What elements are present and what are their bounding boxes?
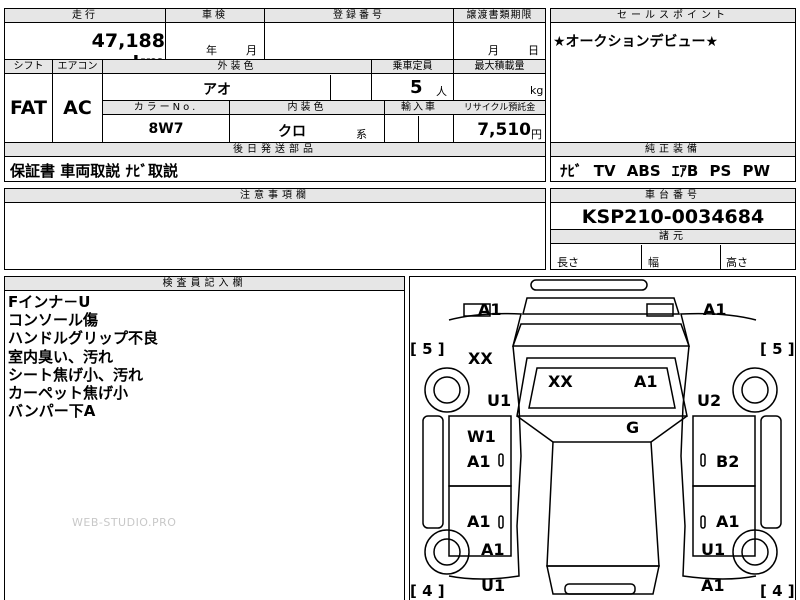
interior-color-header: 内装色 (287, 102, 327, 113)
exterior-color-value: アオ (203, 82, 231, 98)
exterior-color-header: 外装色 (217, 61, 257, 72)
import-header: 輸入車 (401, 102, 437, 113)
shaken-header: 車検 (202, 10, 228, 21)
inspector-line: シート焦げ小、汚れ (8, 365, 144, 384)
mark-fender-fl: XX (468, 349, 493, 368)
mark-door-rr: A1 (716, 512, 740, 531)
mark-fender-fr: U2 (697, 391, 722, 410)
inspector-line: バンパー下A (8, 402, 96, 421)
mark-door-rl: A1 (467, 512, 491, 531)
mark-door-fl: A1 (467, 452, 491, 471)
mark-qtr-rr: U1 (701, 540, 726, 559)
transfer-deadline-header: 譲渡書類期限 (466, 10, 533, 21)
shift-value: FAT (10, 97, 47, 119)
equipment-header: 純正装備 (551, 143, 795, 157)
mark-rear-r: A1 (701, 576, 725, 595)
watermark: WEB-STUDIO.PRO (72, 516, 177, 529)
inspector-header: 検査員記入欄 (5, 277, 404, 291)
capacity-unit: 人 (436, 85, 447, 98)
mark-windshield-left: XX (548, 372, 573, 391)
post-delivery-header: 後日発送部品 (5, 143, 545, 157)
mark-front-right: A1 (703, 300, 727, 319)
aircon-header: エアコン (57, 61, 98, 72)
inspector-line: カーペット焦げ小 (8, 384, 129, 403)
chassis-value: KSP210-0034684 (581, 206, 765, 228)
interior-color-suffix: 系 (356, 128, 367, 141)
mark-tire-rl: [ 4 ] (410, 582, 445, 600)
mark-roof: G (626, 418, 640, 437)
mark-tire-rr: [ 4 ] (760, 582, 795, 600)
dimensions-header: 諸元 (551, 230, 795, 244)
recycle-header: リサイクル預託金 (463, 103, 536, 113)
sales-point-header: セールスポイント (551, 9, 795, 23)
equipment-text: ﾅﾋﾞ TV ABS ｴｱB PS PW (560, 162, 771, 180)
capacity-header: 乗車定員 (392, 61, 433, 72)
width-label: 幅 (648, 256, 659, 269)
mark-fender-fl-lower: U1 (487, 391, 512, 410)
inspector-line: ハンドルグリップ不良 (8, 329, 159, 348)
registration-header: 登録番号 (333, 10, 385, 21)
color-no-header: カラーNo. (133, 102, 199, 113)
transfer-month-label: 月 (488, 44, 499, 57)
mark-door-fl-top: W1 (467, 427, 496, 446)
mark-tire-fl: [ 5 ] (410, 340, 445, 358)
max-load-unit: kg (530, 84, 544, 97)
notes-header: 注意事項欄 (5, 189, 545, 203)
capacity-value: 5 (410, 77, 423, 98)
length-label: 長さ (557, 256, 579, 269)
interior-color-value: クロ (278, 124, 306, 140)
mark-qtr-rl: A1 (481, 540, 505, 559)
inspector-line: コンソール傷 (8, 311, 99, 330)
color-no-value: 8W7 (148, 121, 184, 137)
mileage-header: 走行 (72, 10, 98, 21)
shaken-month-label: 月 (246, 44, 257, 57)
mileage-number: 47,188 (91, 30, 165, 52)
sales-point-box (550, 8, 796, 143)
max-load-header: 最大積載量 (474, 61, 525, 72)
recycle-unit: 円 (531, 128, 542, 141)
sales-point-text: ★オークションデビュー★ (553, 34, 719, 50)
transfer-day-label: 日 (528, 44, 539, 57)
inspector-line: 室内臭い、汚れ (8, 347, 114, 366)
mark-rear-l: U1 (481, 576, 506, 595)
mark-tire-fr: [ 5 ] (760, 340, 795, 358)
post-delivery-text: 保証書 車両取説 ﾅﾋﾞ取説 (10, 162, 178, 180)
shaken-year-label: 年 (206, 44, 217, 57)
recycle-value: 7,510 (477, 120, 531, 140)
chassis-header: 車台番号 (551, 189, 795, 203)
height-label: 高さ (726, 256, 748, 269)
inspector-lines: Fインナ－U コンソール傷 ハンドルグリップ不良 室内臭い、汚れ シート焦げ小、… (8, 293, 158, 420)
aircon-value: AC (63, 97, 92, 119)
inspector-line: Fインナ－U (8, 293, 91, 311)
mark-front-left: A1 (478, 300, 502, 319)
mark-door-fr: B2 (716, 452, 740, 471)
shift-header: シフト (13, 61, 44, 72)
mark-windshield-right: A1 (634, 372, 658, 391)
